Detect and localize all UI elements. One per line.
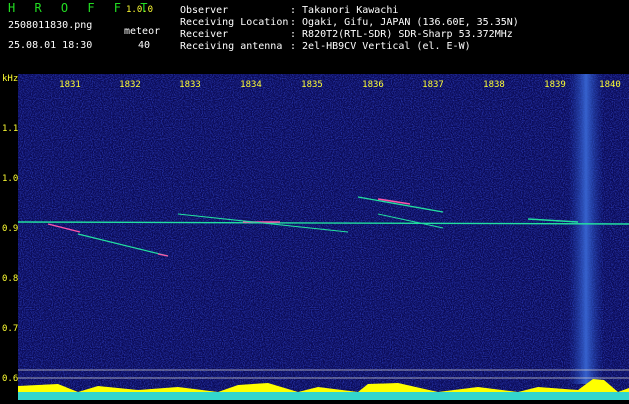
x-tick-1833: 1833 (179, 80, 201, 90)
x-tick-1831: 1831 (59, 80, 81, 90)
antenna-value: : 2el-HB9CV Vertical (el. E-W) (290, 41, 471, 52)
datetime: 25.08.01 18:30 (8, 40, 93, 51)
y-tick-1-1: 1.1 (2, 124, 19, 134)
x-tick-1839: 1839 (544, 80, 566, 90)
receiver-value: : R820T2(RTL-SDR) SDR-Sharp 53.372MHz (290, 29, 513, 40)
location-value: : Ogaki, Gifu, JAPAN (136.60E, 35.35N) (290, 17, 519, 28)
x-tick-1837: 1837 (422, 80, 444, 90)
antenna-label: Receiving antenna (180, 41, 283, 52)
x-tick-1832: 1832 (119, 80, 141, 90)
x-tick-1834: 1834 (240, 80, 262, 90)
y-tick-0-6: 0.6 (2, 374, 19, 384)
observer-label: Observer (180, 5, 229, 16)
interference-band (568, 74, 604, 384)
x-tick-1836: 1836 (362, 80, 384, 90)
filename: 2508011830.png (8, 20, 93, 31)
x-tick-1838: 1838 (483, 80, 505, 90)
spectrogram-plot: 1831 1832 1833 1834 1835 1836 1837 1838 … (17, 74, 629, 400)
unit-label: kHz (2, 74, 19, 84)
y-tick-0-8: 0.8 (2, 274, 19, 284)
y-tick-0-7: 0.7 (2, 324, 19, 334)
x-tick-1835: 1835 (301, 80, 323, 90)
y-tick-1-0: 1.0 (2, 174, 19, 184)
histogram-baseline (18, 392, 629, 400)
meteor-count: 40 (138, 40, 151, 51)
receiver-label: Receiver (180, 29, 229, 40)
spectrogram-svg (17, 74, 629, 400)
header-panel: H R O F F T 1.0.0 2508011830.png meteor … (0, 0, 629, 74)
noise-texture (18, 74, 629, 400)
app-version: 1.0.0 (126, 5, 154, 15)
location-label: Receiving Location (180, 17, 289, 28)
x-tick-1840: 1840 (599, 80, 621, 90)
meteor-label: meteor (124, 26, 161, 37)
observer-value: : Takanori Kawachi (290, 5, 399, 16)
y-tick-0-9: 0.9 (2, 224, 19, 234)
